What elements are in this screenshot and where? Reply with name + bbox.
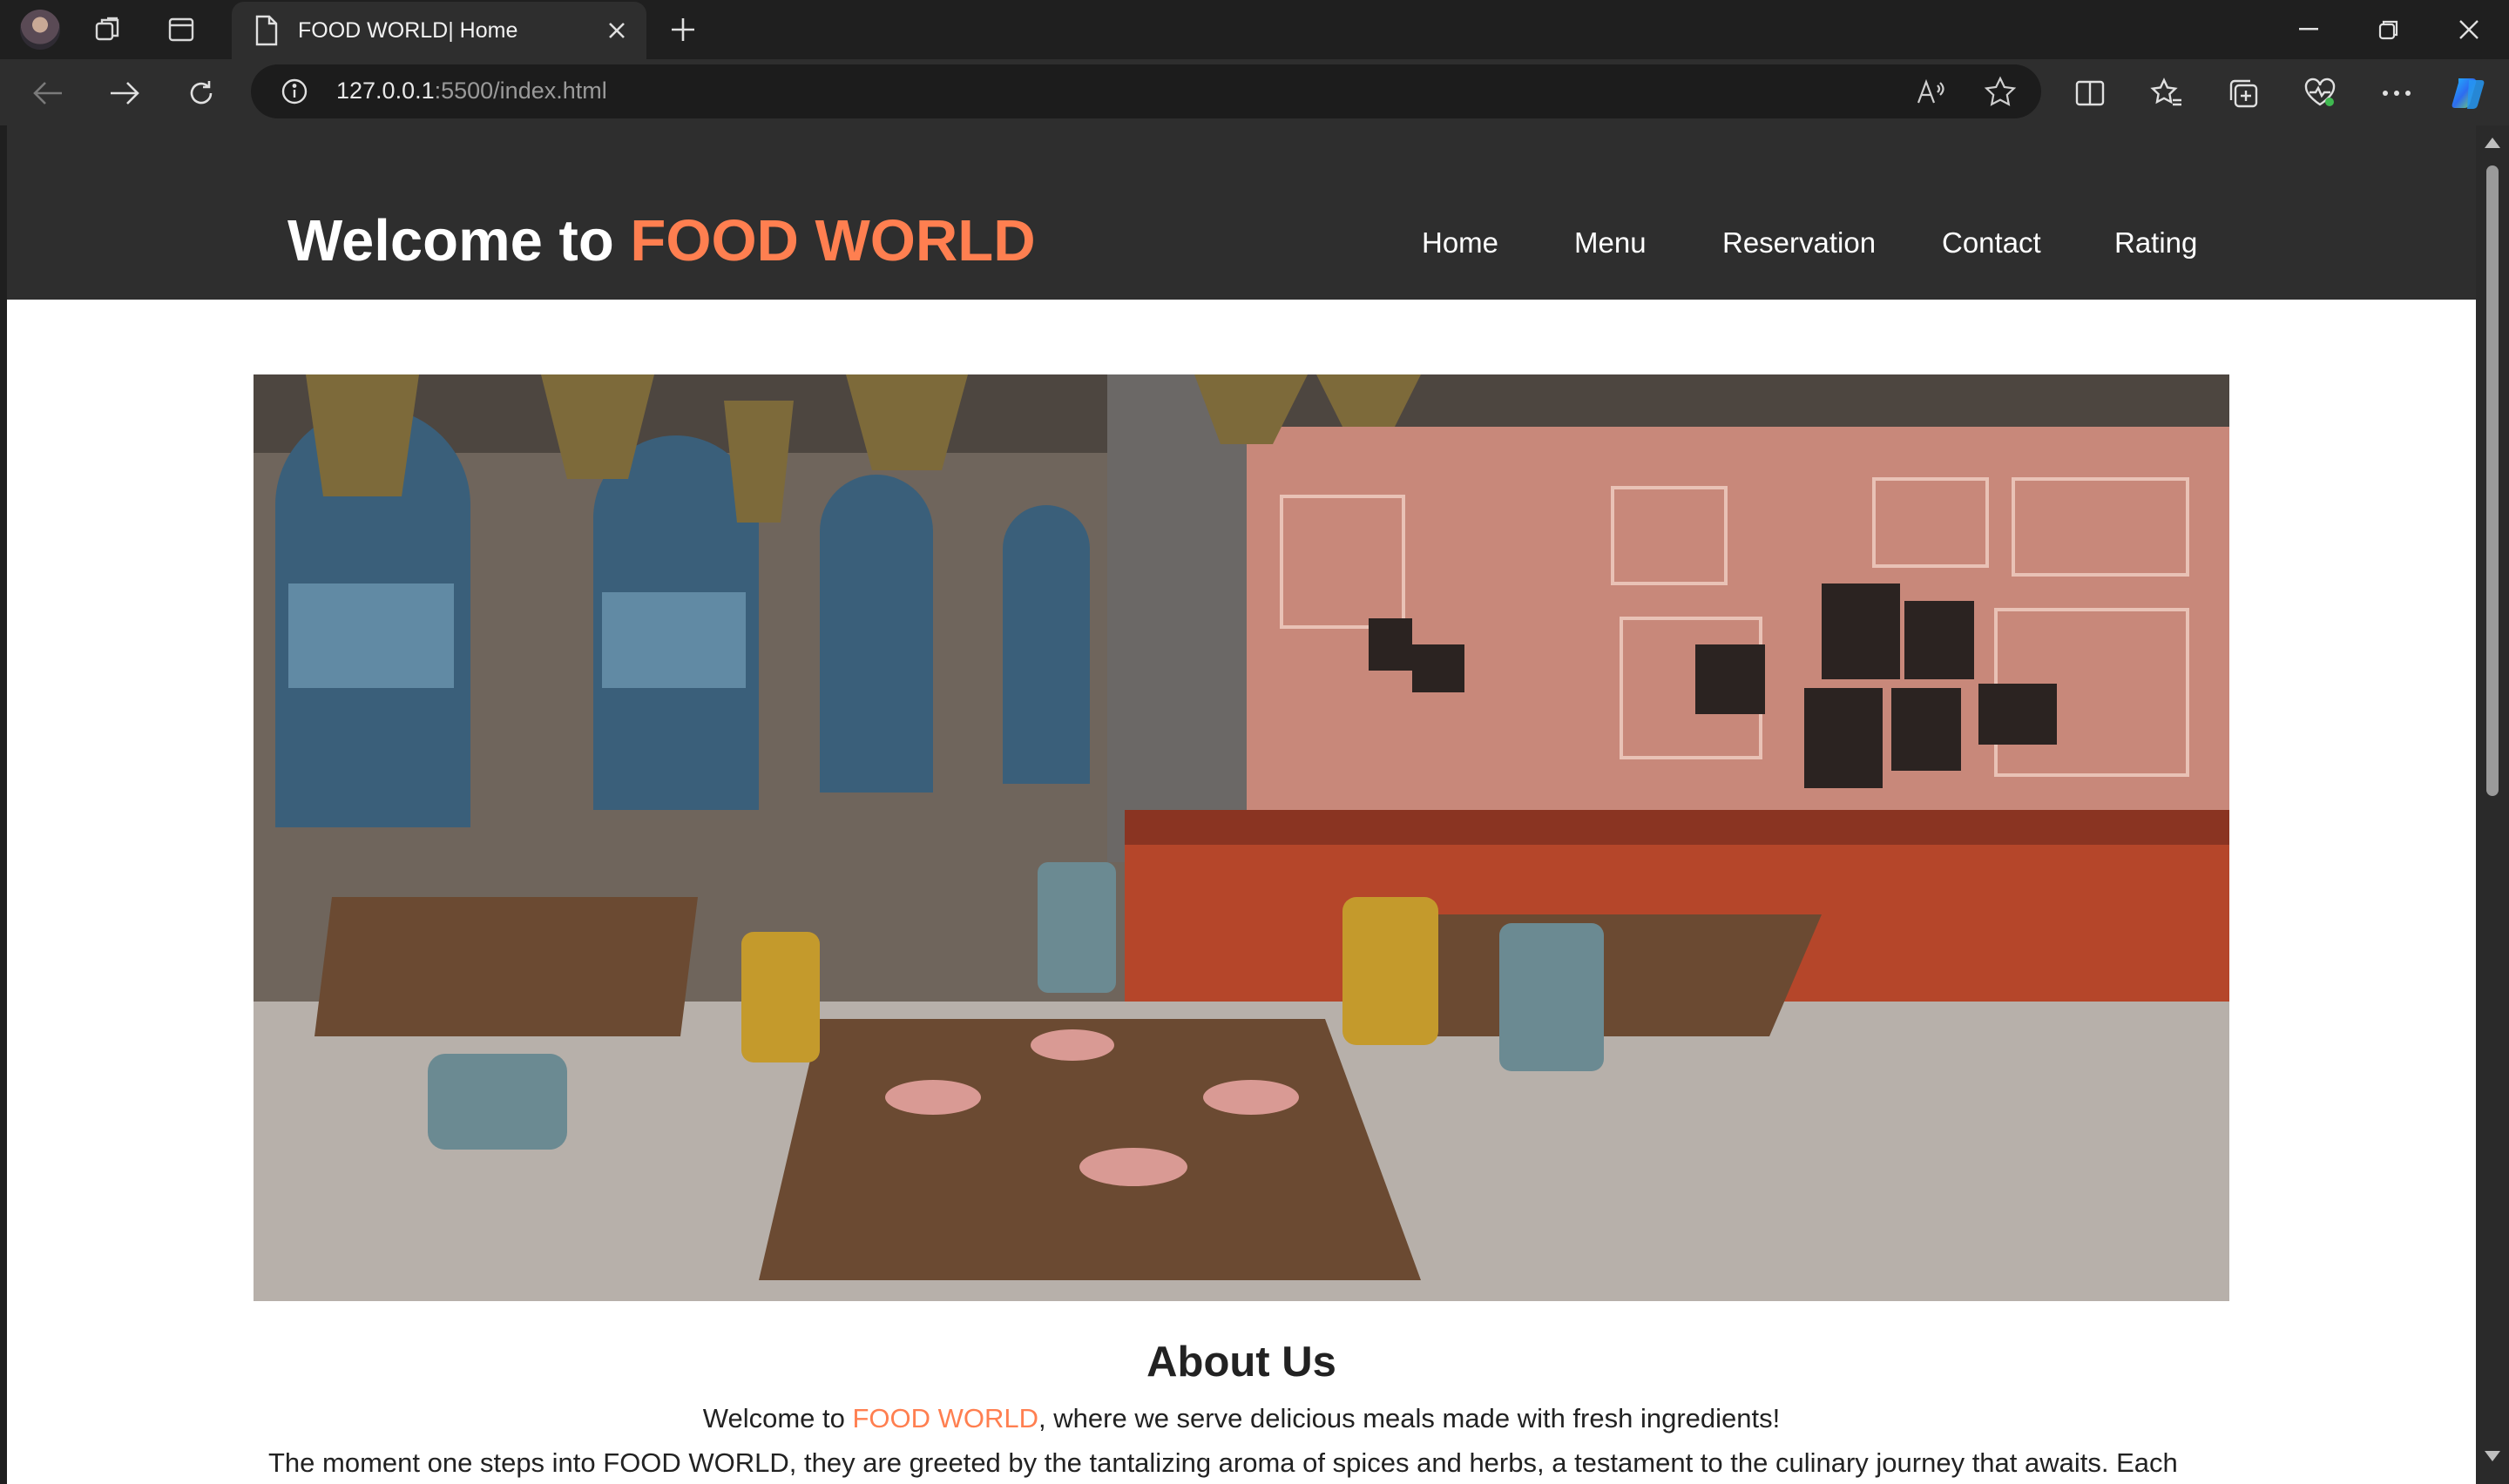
back-arrow-icon[interactable] (26, 71, 70, 115)
more-icon[interactable] (2377, 73, 2417, 113)
site-header: Welcome to FOOD WORLD Home Menu Reservat… (7, 125, 2476, 300)
minimize-icon[interactable] (2278, 9, 2339, 51)
restaurant-photo (254, 374, 2229, 1301)
star-icon[interactable] (1983, 75, 2018, 110)
nav-home[interactable]: Home (1422, 226, 1498, 260)
page-icon (255, 15, 278, 46)
about-paragraph: The moment one steps into FOOD WORLD, th… (268, 1447, 2178, 1478)
profile-avatar[interactable] (19, 9, 61, 51)
scroll-up-icon[interactable] (2485, 138, 2500, 148)
nav-reservation[interactable]: Reservation (1722, 226, 1876, 260)
reload-icon[interactable] (179, 71, 223, 115)
close-window-icon[interactable] (2438, 9, 2499, 51)
tab-actions-icon[interactable] (160, 9, 202, 51)
restore-icon[interactable] (2358, 9, 2419, 51)
scroll-thumb[interactable] (2486, 165, 2499, 796)
nav-rating[interactable]: Rating (2114, 226, 2197, 260)
active-tab[interactable]: FOOD WORLD| Home (232, 2, 646, 59)
about-intro: Welcome to FOOD WORLD, where we serve de… (702, 1403, 1781, 1433)
read-aloud-icon[interactable] (1913, 75, 1948, 110)
nav-contact[interactable]: Contact (1942, 226, 2041, 260)
url-text: 127.0.0.1:5500/index.html (336, 78, 607, 104)
health-icon[interactable] (2300, 73, 2340, 113)
favorites-icon[interactable] (2147, 73, 2187, 113)
info-icon[interactable] (281, 78, 308, 105)
split-screen-icon[interactable] (2070, 73, 2110, 113)
copilot-icon[interactable] (2450, 73, 2490, 113)
address-field[interactable]: 127.0.0.1:5500/index.html (251, 64, 2041, 118)
close-icon[interactable] (599, 13, 634, 48)
site-title: Welcome to FOOD WORLD (287, 208, 1036, 273)
about-heading: About Us (1146, 1339, 1336, 1386)
scroll-down-icon[interactable] (2485, 1451, 2500, 1461)
workspaces-icon[interactable] (87, 9, 129, 51)
page-viewport: Welcome to FOOD WORLD Home Menu Reservat… (7, 125, 2476, 1484)
tab-title: FOOD WORLD| Home (298, 17, 518, 43)
tab-bar: FOOD WORLD| Home (0, 0, 2509, 59)
nav-menu[interactable]: Menu (1574, 226, 1647, 260)
forward-arrow-icon[interactable] (103, 71, 146, 115)
brand-name: FOOD WORLD (630, 208, 1036, 273)
address-toolbar: 127.0.0.1:5500/index.html (0, 59, 2509, 125)
vertical-scrollbar[interactable] (2476, 125, 2509, 1484)
plus-icon[interactable] (662, 9, 704, 51)
collections-icon[interactable] (2223, 73, 2263, 113)
